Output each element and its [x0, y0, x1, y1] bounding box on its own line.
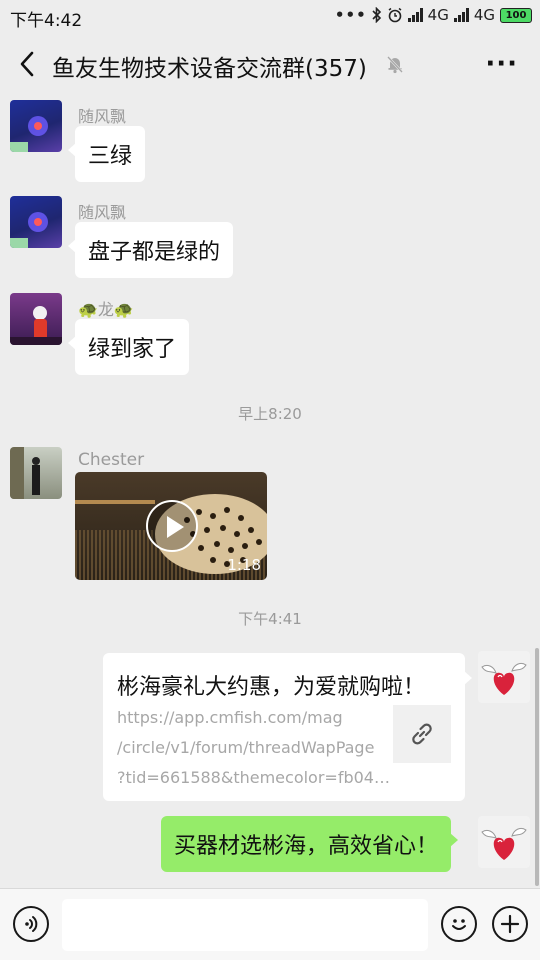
avatar[interactable] — [10, 293, 62, 345]
message-input[interactable] — [62, 899, 428, 951]
back-arrow-icon[interactable] — [12, 48, 44, 80]
plus-icon — [500, 914, 520, 934]
avatar[interactable] — [10, 447, 62, 499]
bluetooth-icon — [372, 7, 381, 23]
add-more-button[interactable] — [492, 906, 528, 942]
avatar-image — [10, 306, 62, 345]
sender-name: Chester — [78, 450, 145, 470]
message-bubble[interactable]: 三绿 — [67, 126, 146, 182]
sender-name: 随风飘 — [78, 203, 127, 222]
status-icons: ••• 4G 4G 100 — [335, 6, 532, 24]
time-separator: 早上8:20 — [238, 405, 302, 423]
sender-name: 🐢龙🐢 — [78, 300, 134, 319]
input-bar — [0, 888, 540, 960]
message-text: 买器材选彬海，高效省心！ — [174, 834, 439, 859]
more-options-button[interactable]: ··· — [485, 50, 518, 78]
status-time: 下午4:42 — [10, 11, 83, 31]
link-url-line-1: https://app.cmfish.com/mag — [117, 708, 343, 727]
winged-heart-icon — [481, 662, 527, 695]
link-card[interactable]: 彬海豪礼大约惠，为爱就购啦！ https://app.cmfish.com/ma… — [103, 653, 472, 801]
link-icon — [412, 723, 432, 745]
message-bubble[interactable]: 买器材选彬海，高效省心！ — [161, 816, 459, 872]
video-duration: 1:18 — [227, 556, 261, 574]
chat-title: 鱼友生物技术设备交流群(357) — [52, 56, 367, 82]
avatar[interactable] — [10, 196, 62, 248]
status-bar: 下午4:42 ••• 4G 4G 100 — [0, 0, 540, 34]
voice-icon — [25, 916, 38, 932]
message-bubble[interactable]: 绿到家了 — [67, 319, 190, 375]
voice-input-button[interactable] — [13, 906, 49, 942]
self-avatar[interactable] — [478, 816, 530, 868]
network-label-2: 4G — [473, 6, 495, 24]
message-bubble[interactable]: 盘子都是绿的 — [67, 222, 234, 278]
link-title: 彬海豪礼大约惠，为爱就购啦！ — [117, 675, 426, 700]
avatar-image — [10, 447, 40, 499]
smiley-icon — [452, 919, 466, 930]
battery-icon: 100 — [500, 7, 532, 23]
time-separator: 下午4:41 — [238, 610, 302, 628]
emoji-button[interactable] — [441, 906, 477, 942]
link-url-line-2: /circle/v1/forum/threadWapPage — [117, 738, 375, 757]
alarm-icon — [388, 7, 402, 23]
chat-scrollbar[interactable] — [535, 648, 539, 886]
signal-icon — [407, 8, 423, 22]
play-icon[interactable] — [146, 500, 198, 552]
message-text: 绿到家了 — [88, 337, 177, 362]
network-label-1: 4G — [427, 6, 449, 24]
self-avatar[interactable] — [478, 651, 530, 703]
video-message[interactable]: 1:18 — [75, 472, 267, 580]
avatar-image — [10, 212, 48, 248]
message-text: 盘子都是绿的 — [88, 240, 221, 265]
mute-bell-icon — [387, 56, 403, 74]
link-thumbnail — [393, 705, 451, 763]
avatar[interactable] — [10, 100, 62, 152]
link-url-line-3: ?tid=661588&themecolor=fb04… — [117, 768, 390, 787]
message-text: 三绿 — [88, 144, 133, 169]
winged-heart-icon — [481, 827, 527, 860]
more-dots-icon: ••• — [334, 6, 367, 24]
avatar-image — [10, 116, 48, 152]
chat-header: 鱼友生物技术设备交流群(357) ··· — [0, 34, 540, 94]
signal-icon-2 — [453, 8, 469, 22]
sender-name: 随风飘 — [78, 107, 127, 126]
